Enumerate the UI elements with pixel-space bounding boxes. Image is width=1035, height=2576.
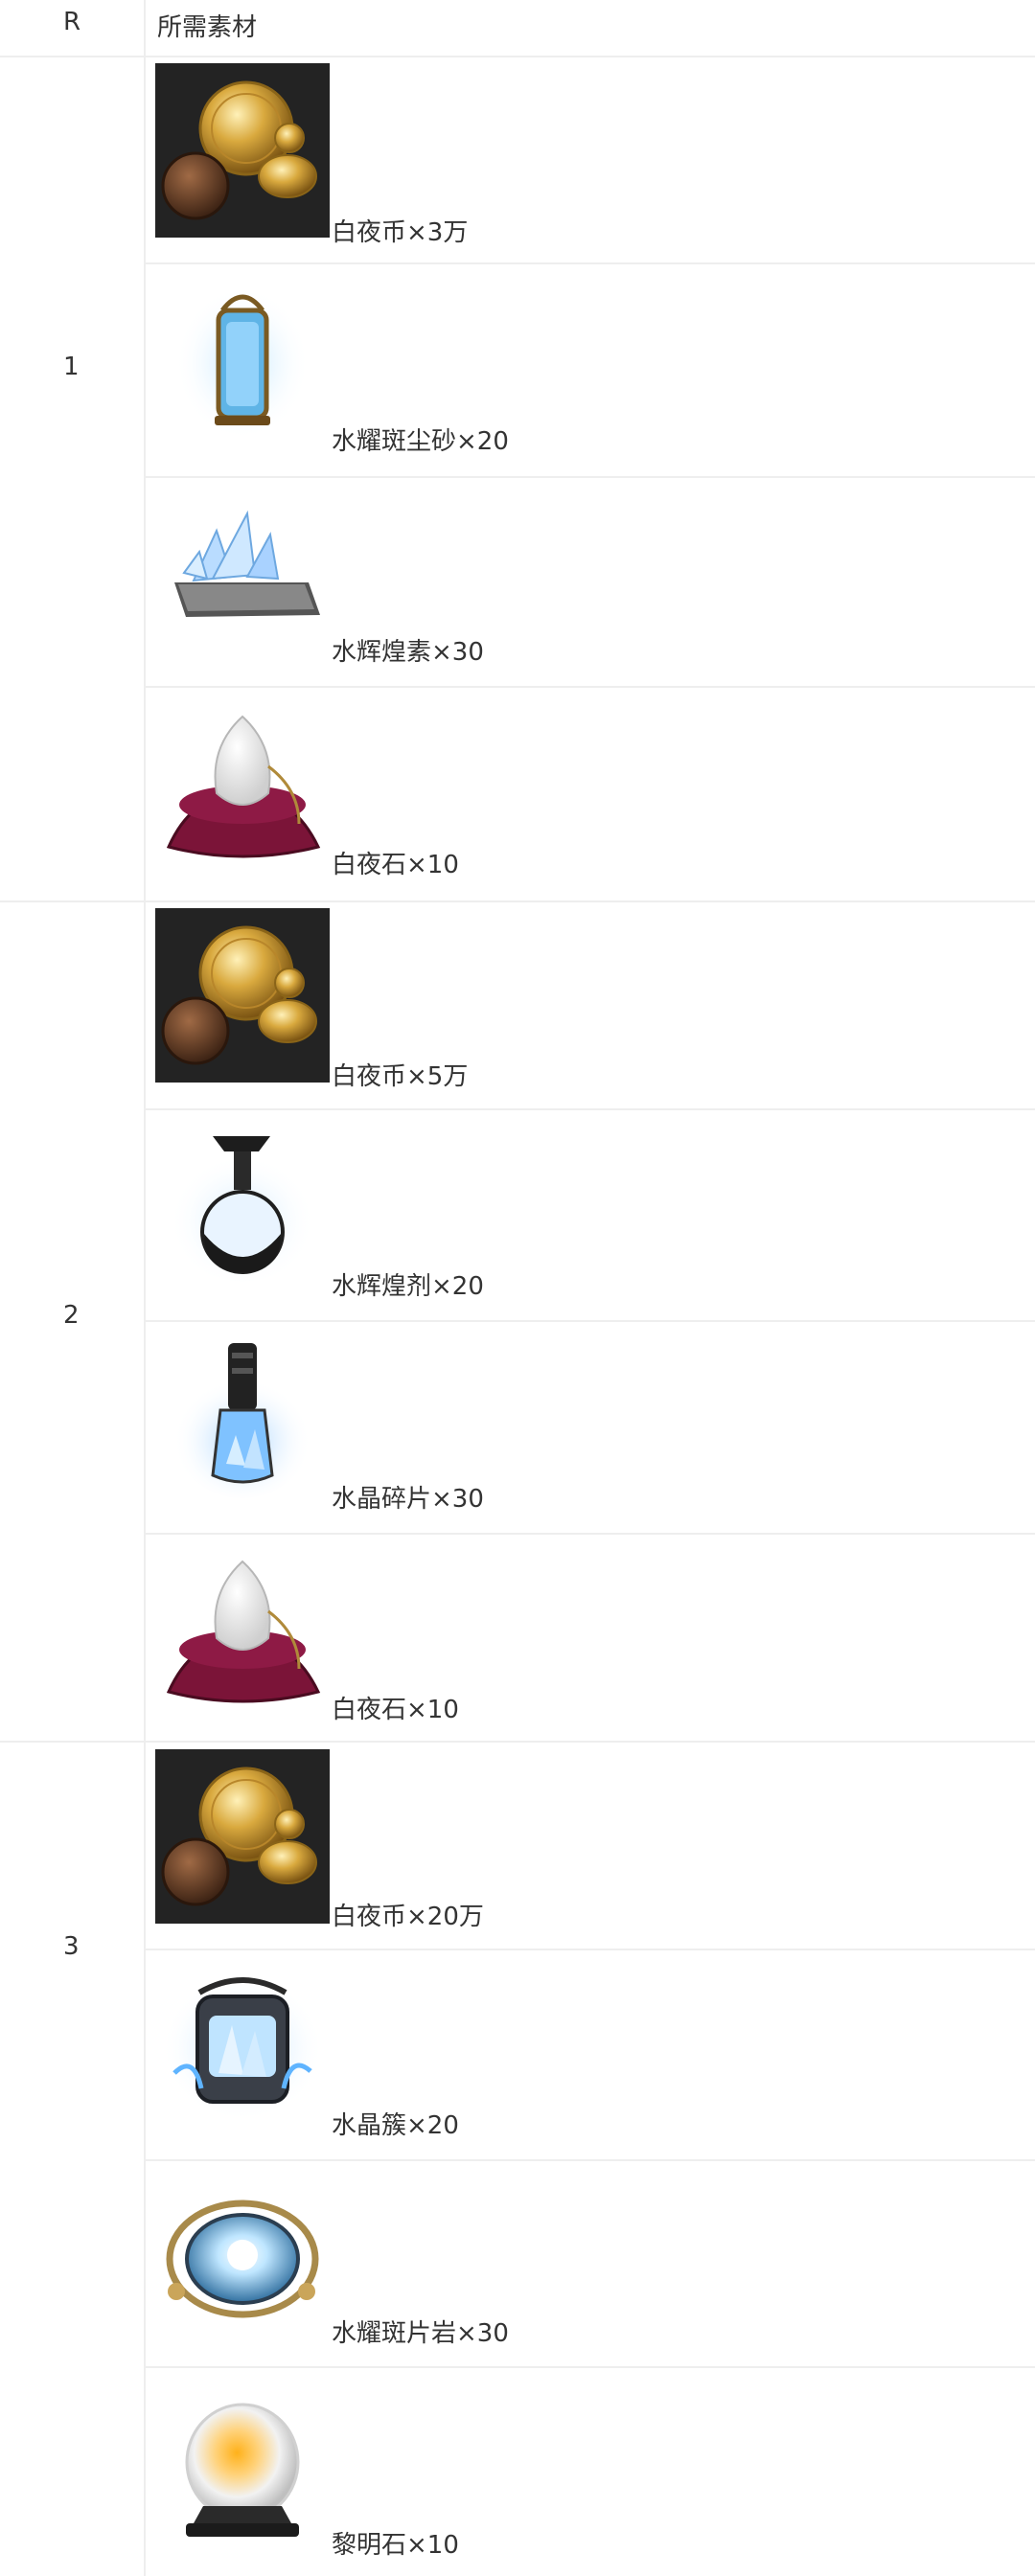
potion-flask-icon (155, 1119, 330, 1293)
rank-label-2: 2 (63, 1301, 80, 1330)
dawn-stone-icon (155, 2380, 330, 2554)
item-separator (146, 262, 1035, 264)
group-separator (0, 900, 1035, 902)
material-label: 水晶碎片×30 (332, 1485, 484, 1514)
crystal-vial-icon (155, 1330, 330, 1504)
header-rank: R (63, 8, 81, 36)
item-separator (146, 686, 1035, 688)
coins-icon (155, 1749, 330, 1924)
item-separator (146, 476, 1035, 478)
rank-label-1: 1 (63, 353, 80, 381)
material-label: 黎明石×10 (332, 2531, 459, 2560)
material-label: 水耀斑尘砂×20 (332, 427, 509, 456)
white-stone-icon (155, 1542, 330, 1717)
rank-label-3: 3 (63, 1932, 80, 1961)
material-label: 水耀斑片岩×30 (332, 2319, 509, 2348)
item-separator (146, 2159, 1035, 2161)
material-label: 白夜币×20万 (332, 1903, 484, 1931)
lantern-icon (155, 276, 330, 450)
coins-icon (155, 63, 330, 238)
white-stone-icon (155, 697, 330, 872)
crystal-orb-icon (155, 2167, 330, 2341)
item-separator (146, 2366, 1035, 2368)
material-label: 白夜币×5万 (332, 1062, 469, 1091)
material-label: 水辉煌剂×20 (332, 1272, 484, 1301)
material-label: 白夜币×3万 (332, 218, 469, 247)
item-separator (146, 1320, 1035, 1322)
group-separator (0, 1741, 1035, 1743)
crystal-cluster-icon (155, 1958, 330, 2132)
column-divider (144, 0, 146, 2576)
item-separator (146, 1108, 1035, 1110)
header-materials: 所需素材 (157, 13, 258, 42)
item-separator (146, 1949, 1035, 1950)
materials-table: R 所需素材 1 2 3 白夜币×3万 水耀斑尘砂×20 水辉煌素×30 白夜石… (0, 0, 1035, 2576)
material-label: 白夜石×10 (332, 851, 459, 879)
material-label: 水辉煌素×30 (332, 638, 484, 667)
crystal-shard-icon (155, 485, 330, 659)
item-separator (146, 1533, 1035, 1535)
material-label: 水晶簇×20 (332, 2111, 459, 2140)
table-header: R 所需素材 (0, 0, 1035, 57)
coins-icon (155, 908, 330, 1083)
material-label: 白夜石×10 (332, 1696, 459, 1724)
